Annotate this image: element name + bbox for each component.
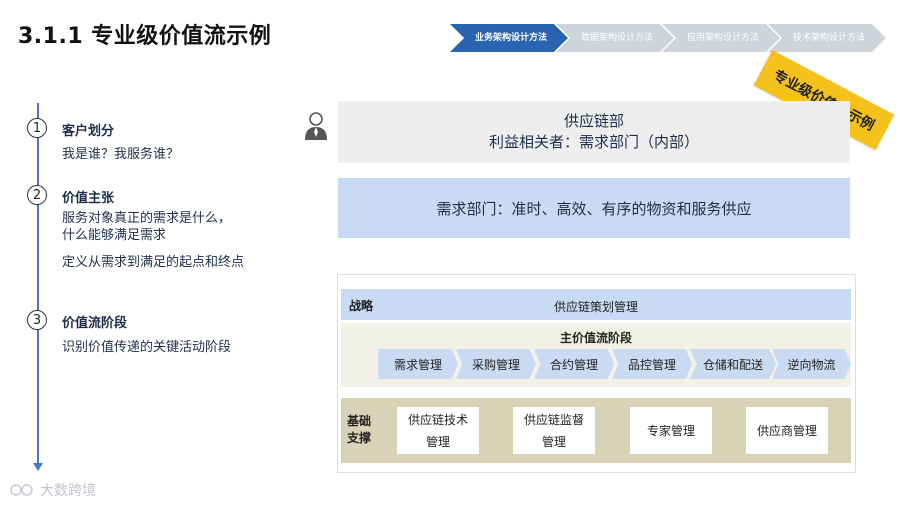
support-label: 基础支撑 bbox=[347, 414, 372, 445]
value-proposition-box: 需求部门：准时、高效、有序的物资和服务供应 bbox=[338, 178, 850, 238]
watermark-logo-icon bbox=[10, 484, 33, 496]
stage-1-number: 1 bbox=[27, 118, 47, 138]
stage-2-line-3: 定义从需求到满足的起点和终点 bbox=[62, 255, 245, 270]
stage-3-title: 价值流阶段 bbox=[62, 316, 128, 331]
stage-reverse-logistics: 逆向物流 bbox=[772, 349, 851, 379]
step-business-architecture[interactable]: 业务架构设计方法 bbox=[450, 24, 568, 52]
step-application-architecture[interactable]: 应用架构设计方法 bbox=[662, 24, 780, 52]
main-value-stream-title: 主价值流阶段 bbox=[559, 331, 632, 345]
stage-3-number: 3 bbox=[27, 310, 47, 330]
timeline-arrow-icon bbox=[33, 463, 43, 471]
support-expert-management: 专家管理 bbox=[630, 407, 712, 454]
customer-box-stakeholder: 利益相关者：需求部门（内部） bbox=[488, 133, 699, 151]
stage-1-title: 客户划分 bbox=[62, 124, 115, 139]
stage-quality-control: 品控管理 bbox=[612, 349, 692, 379]
process-steps: 业务架构设计方法 数据架构设计方法 应用架构设计方法 技术架构设计方法 bbox=[450, 24, 890, 52]
person-icon bbox=[305, 112, 327, 140]
stage-contract-management: 合约管理 bbox=[534, 349, 614, 379]
support-supplier-management: 供应商管理 bbox=[746, 407, 828, 454]
watermark: 大数跨境 bbox=[10, 480, 96, 500]
step-technology-architecture[interactable]: 技术架构设计方法 bbox=[768, 24, 886, 52]
support-supply-chain-tech: 供应链技术管理 bbox=[397, 407, 479, 454]
watermark-text: 大数跨境 bbox=[40, 483, 96, 499]
value-proposition-text: 需求部门：准时、高效、有序的物资和服务供应 bbox=[436, 199, 752, 218]
timeline-line bbox=[37, 103, 39, 465]
stage-2-line-2: 什么能够满足需求 bbox=[62, 228, 167, 243]
stage-warehouse-distribution: 仓储和配送 bbox=[690, 349, 776, 379]
stage-2-number: 2 bbox=[27, 185, 47, 205]
customer-box: 供应链部 利益相关者：需求部门（内部） bbox=[338, 101, 850, 163]
stage-procurement-management: 采购管理 bbox=[456, 349, 536, 379]
stage-demand-management: 需求管理 bbox=[378, 349, 458, 379]
page-title: 3.1.1 专业级价值流示例 bbox=[18, 24, 272, 49]
step-data-architecture[interactable]: 数据架构设计方法 bbox=[556, 24, 674, 52]
stage-2-line-1: 服务对象真正的需求是什么， bbox=[62, 211, 232, 226]
strategy-value: 供应链策划管理 bbox=[553, 300, 638, 314]
strategy-band: 战略 供应链策划管理 bbox=[341, 289, 851, 320]
stage-2-title: 价值主张 bbox=[62, 191, 115, 206]
support-supply-chain-supervision: 供应链监督管理 bbox=[513, 407, 595, 454]
stage-3-line-1: 识别价值传递的关键活动阶段 bbox=[62, 340, 232, 355]
customer-box-title: 供应链部 bbox=[563, 112, 624, 130]
stage-1-line-1: 我是谁？我服务谁？ bbox=[62, 147, 180, 162]
